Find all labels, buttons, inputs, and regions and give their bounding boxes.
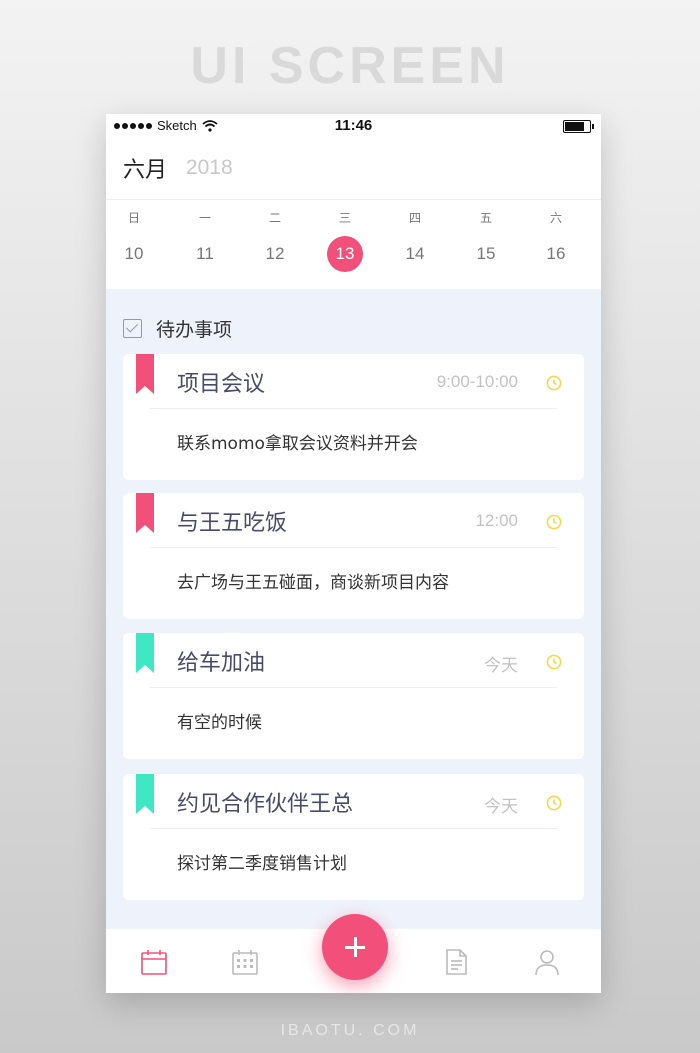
divider — [150, 687, 557, 688]
year-label[interactable]: 2018 — [186, 156, 233, 180]
month-label[interactable]: 六月 — [123, 152, 167, 184]
weekday-label: 四 — [408, 211, 421, 225]
todo-time: 9:00-10:00 — [436, 372, 518, 391]
divider — [106, 199, 601, 200]
clock-icon[interactable] — [546, 795, 562, 811]
divider — [150, 828, 557, 829]
weekday-label: 一 — [198, 211, 211, 225]
bookmark-icon — [136, 354, 154, 394]
bookmark-icon — [136, 633, 154, 673]
weekday-label: 日 — [127, 211, 140, 225]
tab-profile[interactable] — [532, 947, 562, 977]
user-icon — [535, 950, 559, 976]
todo-title: 与王五吃饭 — [177, 511, 288, 536]
todo-card[interactable]: 项目会议 9:00-10:00 联系momo拿取会议资料并开会 — [123, 354, 584, 480]
date-label: 16 — [546, 244, 566, 263]
date-label: 15 — [476, 244, 496, 263]
status-bar: Sketch 11:46 — [106, 114, 601, 138]
todo-description: 联系momo拿取会议资料并开会 — [177, 434, 418, 454]
tab-calendar[interactable] — [139, 947, 169, 977]
todo-title: 约见合作伙伴王总 — [177, 792, 354, 817]
battery-icon — [563, 120, 594, 133]
date-label: 11 — [196, 244, 214, 263]
divider — [150, 547, 557, 548]
clock-icon[interactable] — [546, 654, 562, 670]
status-time: 11:46 — [334, 117, 373, 134]
day-15[interactable]: 五 15 — [461, 208, 511, 272]
todo-header: 待办事项 — [123, 315, 232, 342]
todo-title: 项目会议 — [177, 372, 266, 397]
todo-title: 待办事项 — [156, 319, 233, 341]
date-label: 13 — [327, 236, 363, 272]
bookmark-icon — [136, 774, 154, 814]
clock-icon[interactable] — [546, 514, 562, 530]
todo-description: 去广场与王五碰面，商谈新项目内容 — [177, 573, 449, 593]
checkbox-icon — [123, 319, 142, 338]
todo-card[interactable]: 与王五吃饭 12:00 去广场与王五碰面，商谈新项目内容 — [123, 493, 584, 619]
todo-list: 待办事项 项目会议 9:00-10:00 联系momo拿取会议资料并开会与王五吃饭 1… — [106, 289, 601, 929]
tab-schedule[interactable] — [230, 947, 260, 977]
weekday-label: 三 — [338, 211, 351, 225]
todo-description: 有空的时候 — [177, 713, 262, 733]
day-12[interactable]: 二 12 — [250, 208, 300, 272]
day-13[interactable]: 三 13 — [320, 208, 370, 272]
document-icon — [446, 949, 467, 975]
tab-documents[interactable] — [441, 947, 471, 977]
todo-time: 今天 — [484, 656, 518, 675]
todo-card[interactable]: 给车加油 今天有空的时候 — [123, 633, 584, 759]
bookmark-icon — [136, 493, 154, 533]
todo-card[interactable]: 约见合作伙伴王总 今天探讨第二季度销售计划 — [123, 774, 584, 900]
day-14[interactable]: 四 14 — [390, 208, 440, 272]
date-label: 10 — [124, 244, 144, 263]
phone-screen: Sketch 11:46 六月 2018 日 10 一 11 二 12 三 13 四 14 五 15 六… — [106, 114, 601, 993]
todo-description: 探讨第二季度销售计划 — [177, 854, 347, 874]
weekday-label: 五 — [479, 211, 492, 225]
week-strip: 日 10 一 11 二 12 三 13 四 14 五 15 六 16 — [106, 208, 601, 288]
day-16[interactable]: 六 16 — [531, 208, 581, 272]
todo-time: 12:00 — [475, 511, 518, 530]
day-10[interactable]: 日 10 — [109, 208, 159, 272]
calendar-grid-icon — [232, 950, 258, 975]
todo-title: 给车加油 — [177, 651, 266, 676]
date-label: 14 — [405, 244, 425, 263]
weekday-label: 六 — [549, 211, 562, 225]
add-button[interactable] — [322, 914, 388, 980]
day-11[interactable]: 一 11 — [180, 208, 230, 272]
clock-icon[interactable] — [546, 375, 562, 391]
footer-watermark: IBAOTU. COM — [280, 1022, 420, 1039]
date-label: 12 — [265, 244, 285, 263]
calendar-icon — [141, 950, 167, 975]
weekday-label: 二 — [268, 211, 281, 225]
divider — [150, 408, 557, 409]
banner-title: UI SCREEN — [190, 37, 510, 95]
todo-time: 今天 — [484, 797, 518, 816]
